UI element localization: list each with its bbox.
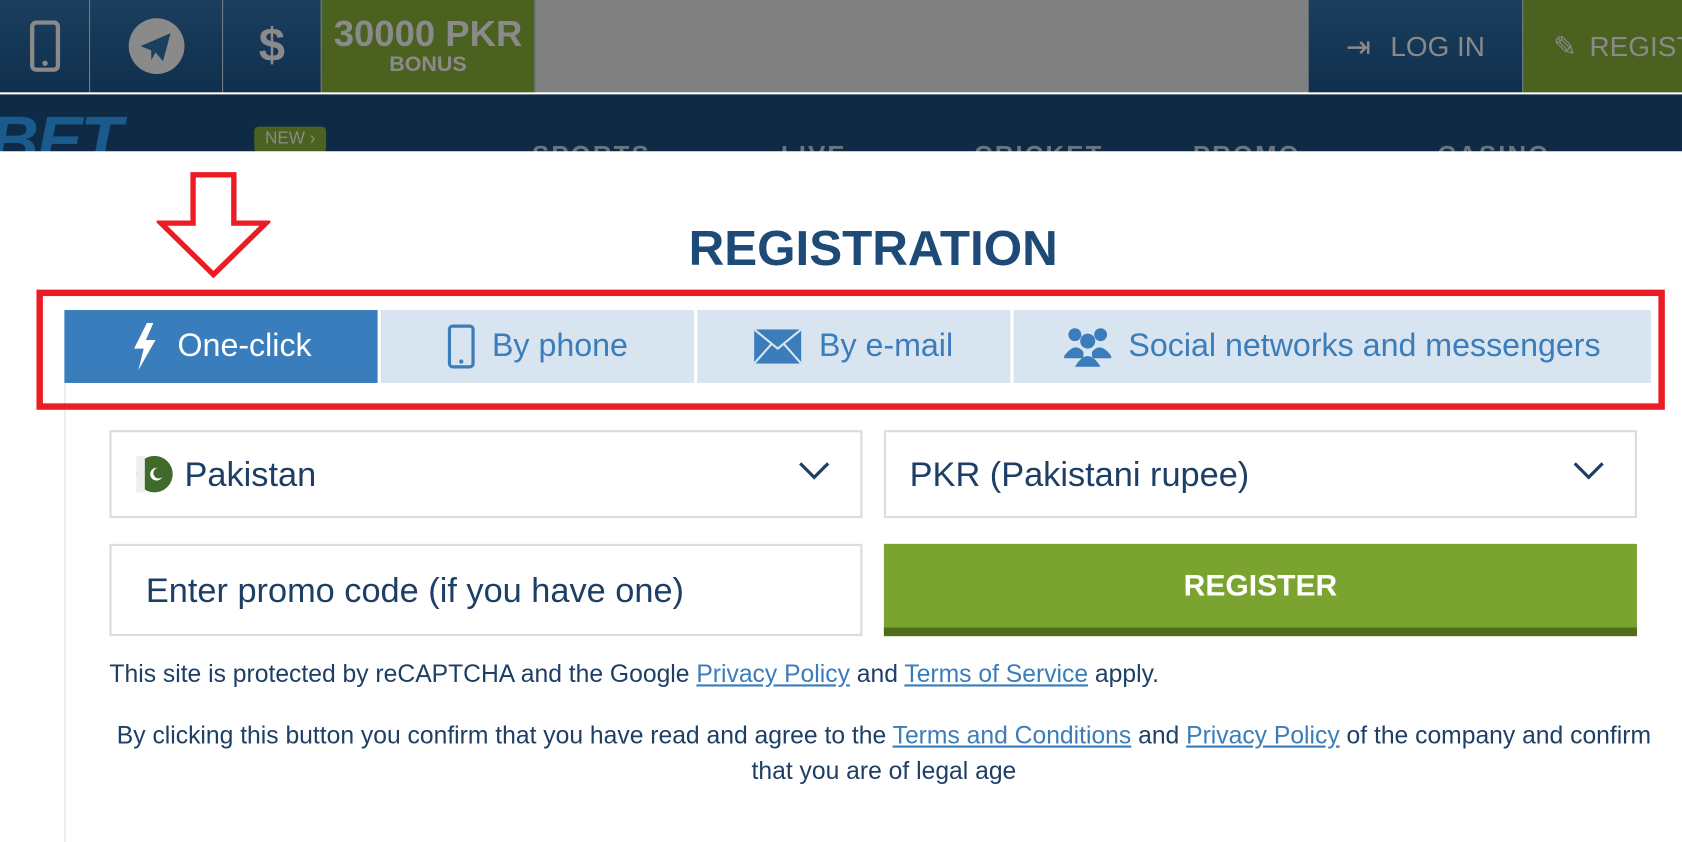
currency-value: PKR (Pakistani rupee) <box>909 454 1250 493</box>
recaptcha-notice: This site is protected by reCAPTCHA and … <box>109 660 1159 689</box>
text: apply. <box>1088 659 1159 688</box>
telegram-button[interactable] <box>90 0 224 93</box>
terms-of-service-link[interactable]: Terms of Service <box>904 660 1088 688</box>
promo-placeholder: Enter promo code (if you have one) <box>145 570 684 609</box>
annotation-arrow-icon <box>156 172 271 279</box>
country-select[interactable]: Pakistan <box>109 430 863 519</box>
text: By clicking this button you confirm that… <box>116 720 893 749</box>
country-value: Pakistan <box>184 454 317 493</box>
login-label: LOG IN <box>1390 29 1485 62</box>
terms-and-conditions-link[interactable]: Terms and Conditions <box>893 721 1132 749</box>
top-bar: $ 30000 PKR BONUS ⇥ LOG IN ✎ REGIST <box>0 0 1682 93</box>
telegram-icon <box>128 18 184 75</box>
main-nav: BET NEW › SPORTS LIVE CRICKET PROMO CASI… <box>0 94 1682 159</box>
login-icon: ⇥ <box>1345 29 1372 63</box>
register-header-button[interactable]: ✎ REGIST <box>1523 0 1682 93</box>
logo: BET <box>0 101 122 159</box>
bonus-button[interactable]: 30000 PKR BONUS <box>321 0 536 93</box>
edit-icon: ✎ <box>1553 29 1577 62</box>
privacy-policy-link[interactable]: Privacy Policy <box>696 660 850 688</box>
new-badge[interactable]: NEW › <box>254 126 327 153</box>
text: and <box>849 659 905 688</box>
currency-select[interactable]: PKR (Pakistani rupee) <box>883 430 1637 519</box>
register-label: REGIST <box>1589 29 1682 62</box>
bonus-amount: 30000 PKR <box>333 13 523 55</box>
register-button[interactable]: REGISTER <box>883 543 1637 637</box>
bonus-label: BONUS <box>389 52 467 76</box>
text: This site is protected by reCAPTCHA and … <box>109 659 697 688</box>
consent-notice: By clicking this button you confirm that… <box>107 718 1660 789</box>
text: and <box>1131 720 1187 749</box>
mobile-app-button[interactable] <box>0 0 91 93</box>
annotation-highlight-box <box>36 289 1665 410</box>
chevron-down-icon <box>1573 462 1604 480</box>
promo-code-input[interactable]: Enter promo code (if you have one) <box>109 543 863 637</box>
privacy-policy-link[interactable]: Privacy Policy <box>1186 721 1340 749</box>
login-button[interactable]: ⇥ LOG IN <box>1308 0 1524 93</box>
new-label: NEW <box>264 129 305 149</box>
pakistan-flag-icon <box>136 455 173 493</box>
dollar-icon[interactable]: $ <box>223 0 322 93</box>
chevron-down-icon <box>799 462 830 480</box>
phone-icon <box>29 20 60 72</box>
